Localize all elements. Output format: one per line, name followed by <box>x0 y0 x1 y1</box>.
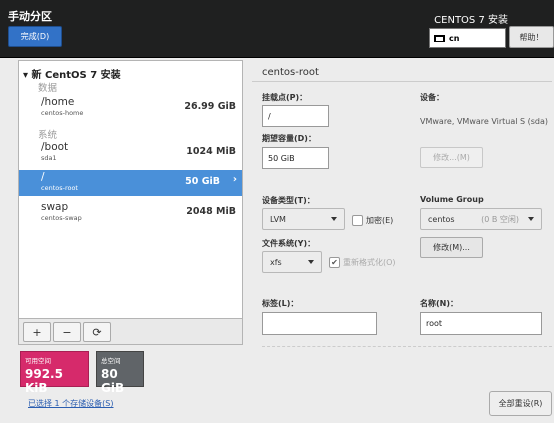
partition-row-swap[interactable]: swap centos-swap 2048 MiB <box>19 200 242 226</box>
tag-input[interactable] <box>262 312 377 335</box>
total-space-label: 总空间 <box>101 357 121 365</box>
name-label: 名称(N)： <box>420 299 459 308</box>
device-type-label: 设备类型(T)： <box>262 196 315 205</box>
partition-tree: ▾ 新 CentOS 7 安装 数据 /home centos-home 26.… <box>18 60 243 344</box>
reformat-checkbox[interactable]: ✔ 重新格式化(O) <box>329 257 396 268</box>
tag-label: 标签(L)： <box>262 299 299 308</box>
help-button[interactable]: 帮助！ <box>509 26 554 48</box>
partition-row-home[interactable]: /home centos-home 26.99 GiB <box>19 95 242 121</box>
group-label-data: 数据 <box>38 83 58 94</box>
partition-size: 50 GiB <box>185 176 220 187</box>
expander-down-icon[interactable]: ▾ <box>23 70 28 81</box>
reformat-label: 重新格式化(O) <box>343 258 396 267</box>
reset-all-button[interactable]: 全部重设(R) <box>489 391 552 416</box>
volume-group-label: Volume Group <box>420 195 484 204</box>
partition-row-root[interactable]: / centos-root 50 GiB › <box>19 170 242 196</box>
divider <box>262 346 552 347</box>
available-space-label: 可用空间 <box>25 357 51 365</box>
device-name: centos-home <box>41 109 84 117</box>
page-title: 手动分区 <box>8 10 52 23</box>
filesystem-label: 文件系统(Y)： <box>262 239 316 248</box>
tree-root[interactable]: ▾ 新 CentOS 7 安装 <box>23 66 121 81</box>
mount-point-input[interactable]: / <box>262 105 329 127</box>
device-type-dropdown[interactable]: LVM <box>262 208 345 230</box>
total-space-badge: 总空间 80 GiB <box>96 351 144 395</box>
partition-size: 26.99 GiB <box>184 101 236 112</box>
volume-group-dropdown[interactable]: centos (0 B 空闲) <box>420 208 542 230</box>
done-button[interactable]: 完成(D) <box>8 26 62 47</box>
device-description: VMware, VMware Virtual S (sda) <box>420 117 549 126</box>
modify-device-button[interactable]: 修改...(M) <box>420 147 483 168</box>
keyboard-layout-indicator[interactable]: cn <box>429 28 506 48</box>
keyboard-icon <box>434 34 445 42</box>
product-title: CENTOS 7 安装 <box>434 15 508 26</box>
details-title: centos-root <box>262 67 319 78</box>
filesystem-value: xfs <box>270 257 282 267</box>
chevron-right-icon: › <box>232 174 237 185</box>
partition-size: 2048 MiB <box>186 206 236 217</box>
volume-group-value: centos <box>428 214 455 224</box>
total-space-value: 80 GiB <box>101 367 125 395</box>
remove-partition-button[interactable]: − <box>53 322 81 342</box>
filesystem-dropdown[interactable]: xfs <box>262 251 322 273</box>
partition-size: 1024 MiB <box>186 146 236 157</box>
name-input[interactable]: root <box>420 312 542 335</box>
available-space-value: 992.5 KiB <box>25 367 63 395</box>
modify-volume-group-button[interactable]: 修改(M)... <box>420 237 483 258</box>
mount-point-label: 挂载点(P)： <box>262 93 308 102</box>
device-name: centos-swap <box>41 214 82 222</box>
volume-group-free: (0 B 空闲) <box>481 214 519 224</box>
device-type-value: LVM <box>270 214 286 224</box>
group-label-system: 系统 <box>38 130 58 141</box>
chevron-down-icon <box>528 217 534 221</box>
available-space-badge: 可用空间 992.5 KiB <box>20 351 89 395</box>
keyboard-layout-label: cn <box>449 33 460 43</box>
capacity-label: 期望容量(D)： <box>262 134 316 143</box>
partition-row-boot[interactable]: /boot sda1 1024 MiB <box>19 140 242 166</box>
mount-point: swap <box>41 201 69 213</box>
device-name: sda1 <box>41 154 57 162</box>
device-label: 设备： <box>420 93 444 102</box>
capacity-input[interactable]: 50 GiB <box>262 147 329 169</box>
divider <box>252 81 552 82</box>
selected-storage-link[interactable]: 已选择 1 个存储设备(S) <box>28 398 114 409</box>
mount-point: / <box>41 171 45 183</box>
top-bar: 手动分区 完成(D) CENTOS 7 安装 cn 帮助！ <box>0 0 554 58</box>
encrypt-checkbox[interactable]: 加密(E) <box>352 215 393 226</box>
refresh-button[interactable]: ⟳ <box>83 322 111 342</box>
mount-point: /boot <box>41 141 69 153</box>
add-partition-button[interactable]: + <box>23 322 51 342</box>
device-name: centos-root <box>41 184 78 192</box>
chevron-down-icon <box>331 217 337 221</box>
partition-toolbar: + − ⟳ <box>18 318 243 345</box>
chevron-down-icon <box>308 260 314 264</box>
checkbox-unchecked-icon <box>352 215 363 226</box>
checkmark-icon: ✔ <box>329 257 340 268</box>
encrypt-label: 加密(E) <box>366 216 394 225</box>
mount-point: /home <box>41 96 75 108</box>
